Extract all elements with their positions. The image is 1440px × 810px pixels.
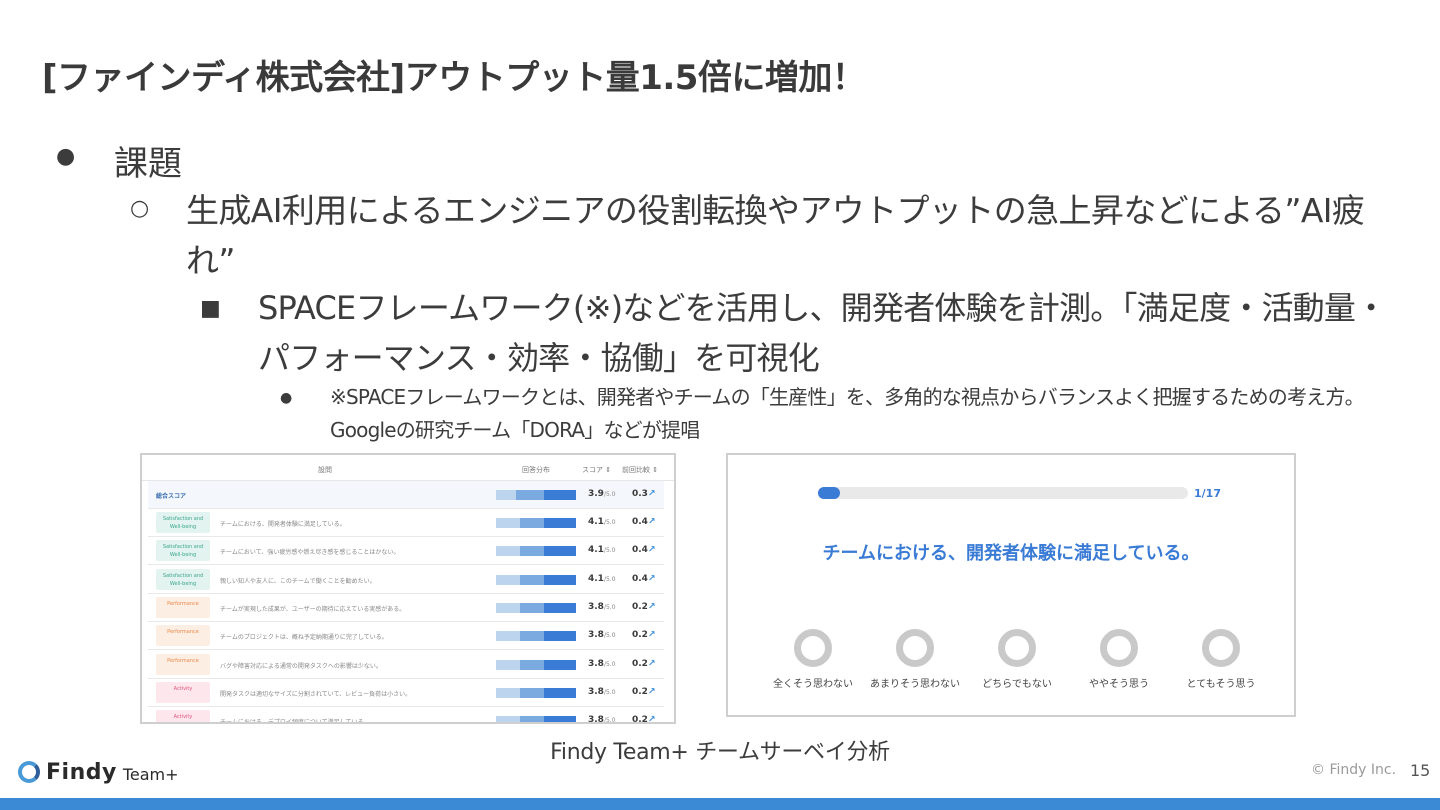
survey-option-label: 全くそう思わない xyxy=(773,679,853,690)
score-value: 3.8/5.0 xyxy=(588,601,616,612)
findy-logo: Findy Team+ xyxy=(18,757,179,787)
category-badge: Activity xyxy=(156,681,210,703)
bullet-text-ai-fatigue: 生成AI利用によるエンジニアの役割転換やアウトプットの急上昇などによる”AI疲れ… xyxy=(186,191,1365,280)
table-row: Satisfaction and Well-being チームにおいて、強い疲労感… xyxy=(148,537,664,566)
distribution-bar xyxy=(496,716,576,722)
score-value: 4.1/5.0 xyxy=(588,517,616,527)
survey-question: チームにおける、開発者体験に満足している。 xyxy=(822,543,1200,564)
distribution-bar xyxy=(496,602,576,613)
slide-title: [ファインディ株式会社]アウトプット量1.5倍に増加！ xyxy=(42,58,866,98)
diff-value: 0.2↗ xyxy=(632,658,656,669)
table-header: 設問 回答分布 スコア ⇕ 前回比較 ⇕ xyxy=(142,455,674,481)
radio-ring-icon[interactable] xyxy=(896,629,934,667)
diff-value: 0.4↗ xyxy=(632,545,656,556)
survey-question-screenshot: 1/17 チームにおける、開発者体験に満足している。 全くそう思わない あまりそう… xyxy=(726,453,1296,717)
bullet-marker: ● xyxy=(56,144,76,169)
diff-value: 0.2↗ xyxy=(632,686,656,697)
category-badge: Satisfaction and Well-being xyxy=(156,540,210,562)
radio-ring-icon[interactable] xyxy=(1202,629,1240,667)
radio-ring-icon[interactable] xyxy=(794,629,832,667)
diff-value: 0.2↗ xyxy=(632,601,656,612)
table-row-total: 総合スコア 3.9/5.0 0.3↗ xyxy=(148,481,664,509)
survey-option[interactable]: あまりそう思わない xyxy=(860,629,970,690)
diff-value: 0.2↗ xyxy=(632,715,656,724)
distribution-bar xyxy=(496,659,576,670)
bullet-text-space-note: ※SPACEフレームワークとは、開発者やチームの「生産性」を、多角的な視点からバ… xyxy=(330,385,1365,442)
survey-option-label: あまりそう思わない xyxy=(870,679,960,690)
table-row: Performance チームのプロジェクトは、概ね予定納期通りに完了している。 3… xyxy=(148,622,664,651)
page-number: 15 xyxy=(1410,761,1431,780)
table-row: Performance チームが実現した成果が、ユーザーの期待に応えている実感があ… xyxy=(148,594,664,622)
category-badge: Performance xyxy=(156,596,210,618)
diff-value: 0.3↗ xyxy=(632,489,656,499)
category-badge: Satisfaction and Well-being xyxy=(156,568,210,590)
bullet-text-issue: 課題 xyxy=(114,144,182,184)
survey-option[interactable]: ややそう思う xyxy=(1064,629,1174,690)
distribution-bar xyxy=(496,546,576,557)
survey-option-label: とてもそう思う xyxy=(1186,679,1256,690)
survey-option-label: ややそう思う xyxy=(1089,679,1149,690)
radio-ring-icon[interactable] xyxy=(1100,629,1138,667)
diff-value: 0.2↗ xyxy=(632,630,656,641)
survey-option[interactable]: どちらでもない xyxy=(962,629,1072,690)
survey-progress-bar xyxy=(818,487,1188,499)
category-badge: Performance xyxy=(156,625,210,647)
survey-option[interactable]: とてもそう思う xyxy=(1166,629,1276,690)
survey-progress-fill xyxy=(818,487,840,499)
table-row: Performance バグや障害対応による通常の開発タスクへの影響は少ない。 3.… xyxy=(148,651,664,679)
question-text: 開発タスクは適切なサイズに分割されていて、レビュー負荷は小さい。 xyxy=(220,690,412,698)
table-row: Activity チームにおける、デプロイ頻度について満足している。 3.8/5.0… xyxy=(148,707,664,724)
header-diff: 前回比較 ⇕ xyxy=(622,466,659,474)
category-badge: Satisfaction and Well-being xyxy=(156,512,210,533)
score-value: 3.8/5.0 xyxy=(588,630,616,641)
survey-progress-label: 1/17 xyxy=(1194,487,1221,500)
bullet-marker: ■ xyxy=(200,296,221,321)
category-badge: Activity xyxy=(156,710,210,722)
distribution-bar xyxy=(496,490,576,500)
header-distribution: 回答分布 xyxy=(522,466,550,474)
score-value: 3.8/5.0 xyxy=(588,686,616,697)
table-row: Satisfaction and Well-being チームにおける、開発者体験… xyxy=(148,509,664,537)
survey-option-label: どちらでもない xyxy=(982,679,1052,690)
question-text: チームにおける、デプロイ頻度について満足している。 xyxy=(220,719,370,724)
distribution-bar xyxy=(496,574,576,585)
findy-logo-icon xyxy=(18,761,40,783)
copyright: © Findy Inc. xyxy=(1311,762,1397,778)
score-value: 4.1/5.0 xyxy=(588,545,616,556)
score-value: 3.9/5.0 xyxy=(588,489,616,499)
bullet-text-space-framework: SPACEフレームワーク(※)などを活用し、開発者体験を計測。「満足度・活動量・… xyxy=(258,289,1387,377)
question-text: 親しい知人や友人に、このチームで働くことを勧めたい。 xyxy=(220,577,376,585)
score-value: 4.1/5.0 xyxy=(588,573,616,584)
distribution-bar xyxy=(496,518,576,528)
radio-ring-icon[interactable] xyxy=(998,629,1036,667)
question-text: チームが実現した成果が、ユーザーの期待に応えている実感がある。 xyxy=(220,605,406,613)
table-row: Activity 開発タスクは適切なサイズに分割されていて、レビュー負荷は小さい。… xyxy=(148,679,664,707)
total-label: 総合スコア xyxy=(156,493,187,500)
question-text: チームにおける、開発者体験に満足している。 xyxy=(220,521,346,528)
score-value: 3.8/5.0 xyxy=(588,658,616,669)
question-text: チームのプロジェクトは、概ね予定納期通りに完了している。 xyxy=(220,634,388,642)
bullet-marker: ● xyxy=(280,390,293,406)
header-question: 設問 xyxy=(318,466,332,474)
logo-brand: Findy xyxy=(46,759,117,785)
diff-value: 0.4↗ xyxy=(632,517,656,527)
figure-caption: Findy Team+ チームサーベイ分析 xyxy=(550,740,890,765)
distribution-bar xyxy=(496,687,576,698)
distribution-bar xyxy=(496,631,576,642)
survey-option[interactable]: 全くそう思わない xyxy=(758,629,868,690)
logo-sub: Team+ xyxy=(122,764,179,784)
question-text: バグや障害対応による通常の開発タスクへの影響は少ない。 xyxy=(220,662,382,670)
survey-results-screenshot: 設問 回答分布 スコア ⇕ 前回比較 ⇕ 総合スコア 3.9/5.0 0.3↗ … xyxy=(140,453,676,724)
category-badge: Performance xyxy=(156,653,210,675)
header-score: スコア ⇕ xyxy=(582,466,612,474)
question-text: チームにおいて、強い疲労感や燃え尽き感を感じることはかない。 xyxy=(220,549,400,557)
bullet-marker: ○ xyxy=(130,196,150,221)
diff-value: 0.4↗ xyxy=(632,573,656,584)
table-row: Satisfaction and Well-being 親しい知人や友人に、このチ… xyxy=(148,566,664,594)
bottom-accent-bar xyxy=(0,798,1440,810)
score-value: 3.8/5.0 xyxy=(588,715,616,724)
